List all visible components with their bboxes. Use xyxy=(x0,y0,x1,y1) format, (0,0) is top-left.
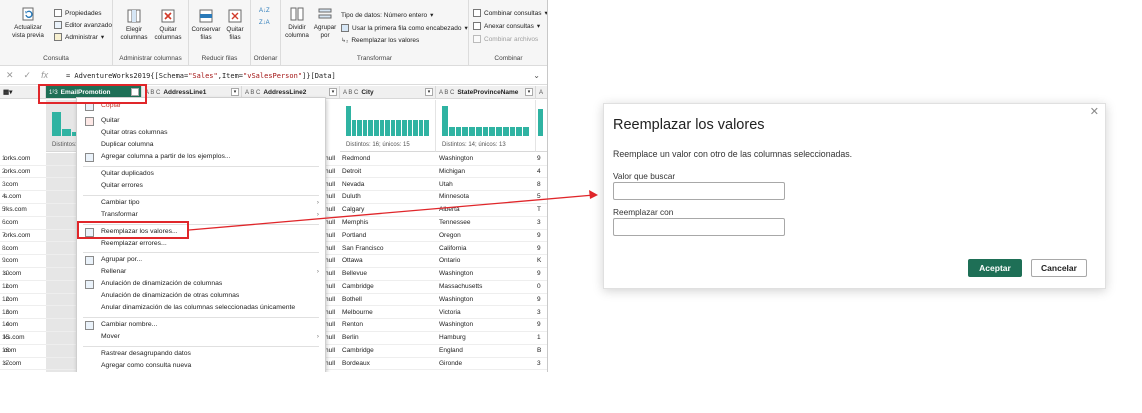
accept-button[interactable]: Aceptar xyxy=(968,259,1022,277)
find-value-label: Valor que buscar xyxy=(613,171,676,181)
arrow-head xyxy=(589,190,598,199)
dialog-description: Reemplace un valor con otro de las colum… xyxy=(613,149,853,159)
replace-with-input[interactable] xyxy=(613,218,785,236)
find-value-input[interactable] xyxy=(613,182,785,200)
cancel-button[interactable]: Cancelar xyxy=(1031,259,1087,277)
dialog-title: Reemplazar los valores xyxy=(613,117,765,133)
arrow-line xyxy=(188,194,595,231)
replace-values-dialog: Reemplazar los valores ✕ Reemplace un va… xyxy=(603,103,1106,289)
replace-with-label: Reemplazar con xyxy=(613,207,674,217)
close-icon[interactable]: ✕ xyxy=(1090,105,1099,118)
